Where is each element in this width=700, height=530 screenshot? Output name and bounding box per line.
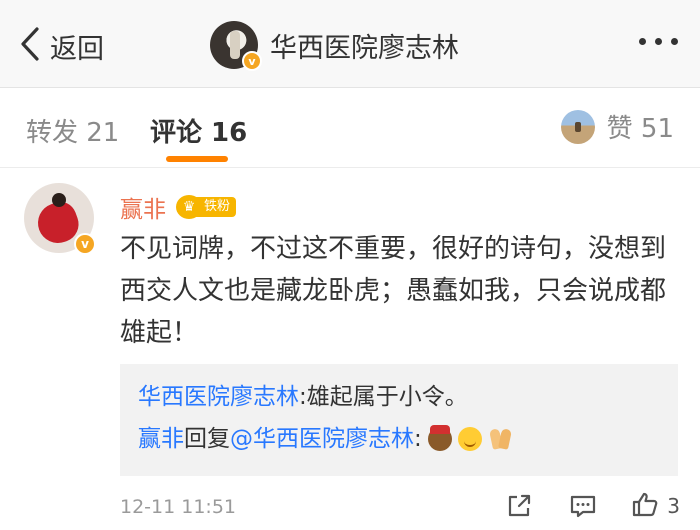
comment-time: 12-11 11:51 [120, 496, 237, 518]
comment-actions: 3 [505, 490, 680, 522]
reply-separator: : [299, 384, 307, 410]
nav-user[interactable]: v 华西医院廖志林 [210, 20, 459, 71]
reply-item[interactable]: 华西医院廖志林: 雄起属于小令。 [138, 376, 660, 418]
reply-user[interactable]: 赢非 [138, 418, 184, 460]
emoji-smile-icon [457, 427, 482, 451]
reply-mention[interactable]: @华西医院廖志林 [230, 418, 414, 460]
more-dots-icon[interactable] [639, 38, 678, 45]
tab-like[interactable]: 赞 51 [560, 108, 674, 145]
tab-repost[interactable]: 转发 21 [26, 112, 119, 149]
verified-icon: v [74, 233, 96, 255]
chevron-left-icon [18, 26, 42, 66]
liker-avatar [560, 109, 595, 144]
reply-text: 雄起属于小令。 [306, 384, 468, 410]
navigation-bar: 返回 v 华西医院廖志林 [0, 0, 700, 88]
reply-separator: : [414, 426, 422, 452]
thumb-up-icon [631, 490, 659, 522]
reply-icon[interactable] [569, 492, 597, 520]
emoji-praying-hands-icon [488, 427, 514, 451]
tab-comment[interactable]: 评论 16 [150, 112, 247, 149]
page-title: 华西医院廖志林 [270, 32, 459, 64]
reply-verb: 回复 [184, 426, 230, 452]
tab-bar: 转发 21 评论 16 赞 51 [0, 88, 700, 168]
comment-text: 不见词牌，不过这不重要，很好的诗句，没想到西交人文也是藏龙卧虎；愚蠢如我，只会说… [120, 234, 667, 348]
comment-author[interactable]: 赢非 [120, 190, 166, 224]
comment-avatar[interactable]: v [24, 183, 96, 255]
back-label: 返回 [50, 33, 104, 65]
verified-icon: v [242, 51, 262, 71]
avatar[interactable]: v [210, 21, 262, 71]
like-button[interactable]: 3 [631, 490, 680, 522]
back-button[interactable]: 返回 [18, 26, 104, 66]
reply-item[interactable]: 赢非 回复 @华西医院廖志林: [138, 418, 660, 460]
reply-box[interactable]: 华西医院廖志林: 雄起属于小令。 赢非 回复 @华西医院廖志林: [120, 364, 678, 476]
emoji-face-hat-icon [427, 425, 452, 451]
like-count: 3 [667, 494, 680, 518]
comment-header: 赢非 ♛ 铁粉 [120, 190, 237, 224]
share-icon[interactable] [505, 492, 533, 520]
crown-icon: ♛ [176, 195, 202, 219]
tab-like-label: 赞 51 [606, 114, 674, 144]
tab-active-indicator [166, 156, 228, 162]
reply-user[interactable]: 华西医院廖志林 [138, 376, 299, 418]
fan-badge[interactable]: ♛ 铁粉 [176, 195, 237, 219]
